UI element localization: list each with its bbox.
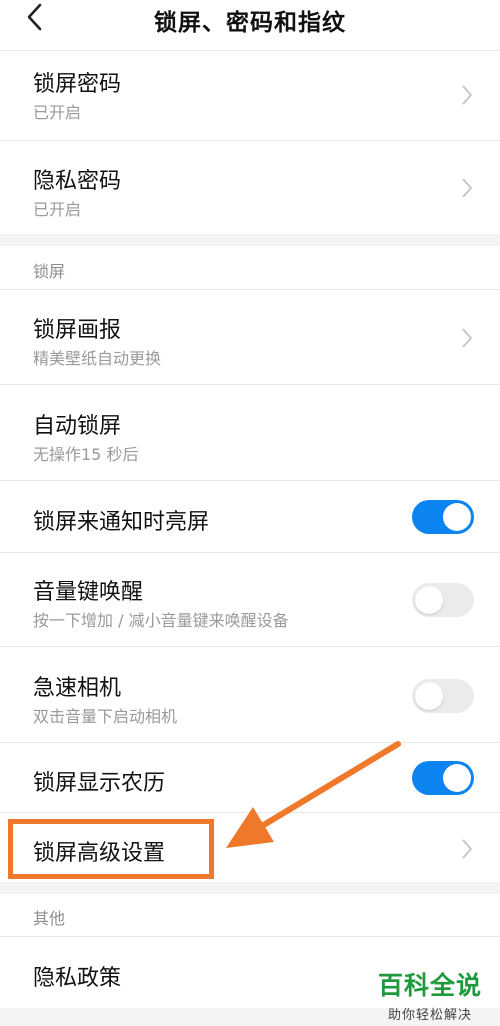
watermark-subtitle: 助你轻松解决: [387, 1008, 472, 1023]
row-status: 已开启: [33, 103, 82, 122]
row-label: 锁屏来通知时亮屏: [33, 510, 210, 535]
section-divider: [0, 234, 500, 246]
section-label: 锁屏: [33, 262, 66, 281]
highlight-box: [8, 819, 214, 879]
page-title: 锁屏、密码和指纹: [154, 10, 346, 36]
section-header-other: 其他: [0, 894, 500, 936]
header: 锁屏、密码和指纹: [0, 0, 500, 50]
row-lock-password[interactable]: 锁屏密码 已开启: [0, 50, 500, 140]
toggle-knob: [415, 682, 443, 710]
chevron-right-icon: [460, 84, 474, 106]
row-label: 音量键唤醒: [33, 580, 144, 605]
row-auto-lock[interactable]: 自动锁屏 无操作15 秒后: [0, 384, 500, 480]
chevron-right-icon: [460, 177, 474, 199]
section-header-lock: 锁屏: [0, 246, 500, 289]
chevron-right-icon: [460, 327, 474, 349]
row-lock-wallpaper[interactable]: 锁屏画报 精美壁纸自动更换: [0, 289, 500, 384]
toggle-switch[interactable]: [412, 761, 474, 795]
row-description: 按一下增加 / 减小音量键来唤醒设备: [33, 611, 289, 630]
row-label: 自动锁屏: [33, 414, 122, 439]
row-privacy-password[interactable]: 隐私密码 已开启: [0, 140, 500, 234]
toggle-switch[interactable]: [412, 679, 474, 713]
row-notify-wake: 锁屏来通知时亮屏: [0, 480, 500, 552]
toggle-knob: [443, 503, 471, 531]
row-value: 无操作15 秒后: [33, 445, 139, 464]
row-label: 锁屏显示农历: [33, 771, 166, 796]
row-label: 隐私密码: [33, 169, 122, 194]
row-label: 锁屏密码: [33, 72, 122, 97]
toggle-knob: [443, 764, 471, 792]
row-status: 已开启: [33, 200, 82, 219]
chevron-right-icon: [460, 838, 474, 860]
row-label: 锁屏画报: [33, 318, 122, 343]
watermark-title: 百科全说: [377, 971, 482, 1000]
section-divider: [0, 882, 500, 894]
toggle-switch[interactable]: [412, 500, 474, 534]
watermark-logo: 百科全说 助你轻松解决: [374, 966, 486, 1023]
row-description: 双击音量下启动相机: [33, 707, 178, 726]
row-quick-camera: 急速相机 双击音量下启动相机: [0, 646, 500, 742]
row-label: 隐私政策: [33, 966, 122, 991]
row-label: 急速相机: [33, 676, 122, 701]
section-label: 其他: [33, 909, 66, 928]
toggle-knob: [415, 586, 443, 614]
row-lunar-calendar: 锁屏显示农历: [0, 742, 500, 812]
row-description: 精美壁纸自动更换: [33, 349, 162, 368]
toggle-switch[interactable]: [412, 583, 474, 617]
row-volume-wake: 音量键唤醒 按一下增加 / 减小音量键来唤醒设备: [0, 552, 500, 646]
